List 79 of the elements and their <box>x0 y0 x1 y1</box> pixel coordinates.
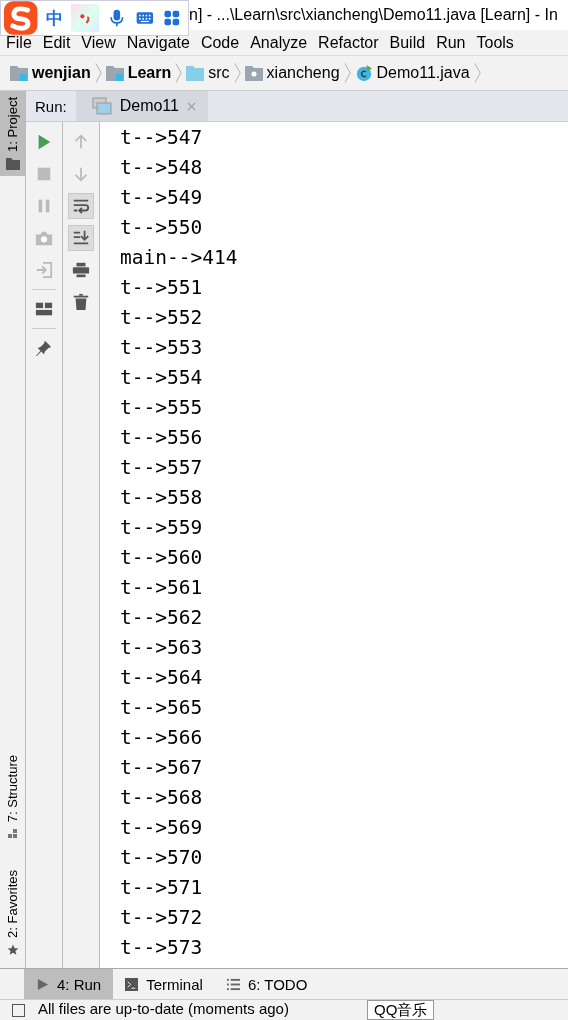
console-line: t-->568 <box>120 785 204 811</box>
console-line: t-->573 <box>120 935 204 961</box>
chevron-icon <box>233 62 241 84</box>
class-icon <box>354 65 373 81</box>
chevron-icon <box>175 62 183 84</box>
structure-icon <box>5 828 20 841</box>
console-line: t-->549 <box>120 185 204 211</box>
run-tab[interactable]: Demo11 <box>75 91 208 121</box>
console-line: t-->548 <box>120 155 204 181</box>
console-line: t-->557 <box>120 455 204 481</box>
folder-icon <box>186 65 205 81</box>
console-line: t-->551 <box>120 275 204 301</box>
menu-item[interactable]: Refactor <box>318 33 379 52</box>
chevron-icon <box>343 62 351 84</box>
close-icon[interactable] <box>187 101 196 111</box>
console-line: t-->571 <box>120 875 204 901</box>
s-logo-icon[interactable] <box>3 0 39 36</box>
input-mode-toggle[interactable]: 中 <box>46 6 64 30</box>
terminal-icon <box>125 977 139 991</box>
panel-label: Run: <box>34 97 68 115</box>
breadcrumb[interactable]: wenjian <box>10 64 91 82</box>
menu-item[interactable]: Build <box>389 33 426 52</box>
folder-icon <box>5 157 20 170</box>
console-line: t-->559 <box>120 515 204 541</box>
popup-label: QQ音乐 <box>367 1000 435 1020</box>
console-line: t-->555 <box>120 395 204 421</box>
scroll-icon[interactable] <box>68 225 94 251</box>
console-line: t-->561 <box>120 575 204 601</box>
console-line: t-->562 <box>120 605 204 631</box>
menu-item[interactable]: Run <box>436 33 466 52</box>
console-line: t-->564 <box>120 665 204 691</box>
console-line: t-->547 <box>120 125 204 151</box>
breadcrumb[interactable]: Demo11.java <box>354 64 470 82</box>
breadcrumb[interactable]: Learn <box>105 64 172 82</box>
breadcrumb[interactable]: src <box>186 64 230 82</box>
console-line: t-->566 <box>120 725 204 751</box>
wrap-icon[interactable] <box>68 193 94 219</box>
console-line: t-->560 <box>120 545 204 571</box>
console-line: t-->553 <box>120 335 204 361</box>
console-line: t-->552 <box>120 305 204 331</box>
console-line: t-->550 <box>120 215 204 241</box>
tool-window-tab[interactable]: Terminal <box>113 969 215 999</box>
menu-item[interactable]: View <box>81 33 116 52</box>
console-line: t-->572 <box>120 905 204 931</box>
tool-window-tab[interactable]: 6: TODO <box>214 969 320 999</box>
package-folder-icon <box>244 65 263 81</box>
console-line: t-->563 <box>120 635 204 661</box>
menu-item[interactable]: Tools <box>476 33 514 52</box>
menu-item[interactable]: Edit <box>42 33 71 52</box>
console-line: t-->556 <box>120 425 204 451</box>
console-line: t-->567 <box>120 755 204 781</box>
tool-window-tab[interactable]: 2: Favorites <box>0 864 25 962</box>
module-folder-icon <box>105 65 124 81</box>
apps-grid-icon[interactable] <box>162 8 182 28</box>
tool-window-tab[interactable]: 7: Structure <box>0 748 25 847</box>
window-title: n] - ...\Learn\src\xiancheng\Demo11.java [Learn] - In <box>189 6 558 24</box>
tool-window-tab[interactable]: 4: Run <box>24 969 114 999</box>
play-icon <box>36 977 49 991</box>
list-icon <box>226 977 240 991</box>
menu-item[interactable]: Analyze <box>250 33 308 52</box>
star-icon <box>5 944 20 956</box>
menu-item[interactable]: File <box>6 33 32 52</box>
tool-window-tab[interactable]: 1: Project <box>0 91 25 176</box>
breadcrumb[interactable]: xiancheng <box>244 64 340 82</box>
chevron-icon <box>473 62 481 84</box>
menu-item[interactable]: Code <box>200 33 240 52</box>
console-line: t-->558 <box>120 485 204 511</box>
chevron-icon <box>94 62 102 84</box>
status-icon <box>12 1004 25 1017</box>
window-icon <box>91 97 112 115</box>
menu-item[interactable]: Navigate <box>126 33 190 52</box>
status-message: All files are up-to-date (moments ago) <box>38 1000 289 1018</box>
console-line: main-->414 <box>120 245 239 271</box>
console-line: t-->570 <box>120 845 204 871</box>
module-folder-icon <box>10 65 28 81</box>
console-line: t-->565 <box>120 695 204 721</box>
punctuation-icon[interactable] <box>71 4 100 32</box>
console-line: t-->554 <box>120 365 204 391</box>
console-line: t-->569 <box>120 815 204 841</box>
